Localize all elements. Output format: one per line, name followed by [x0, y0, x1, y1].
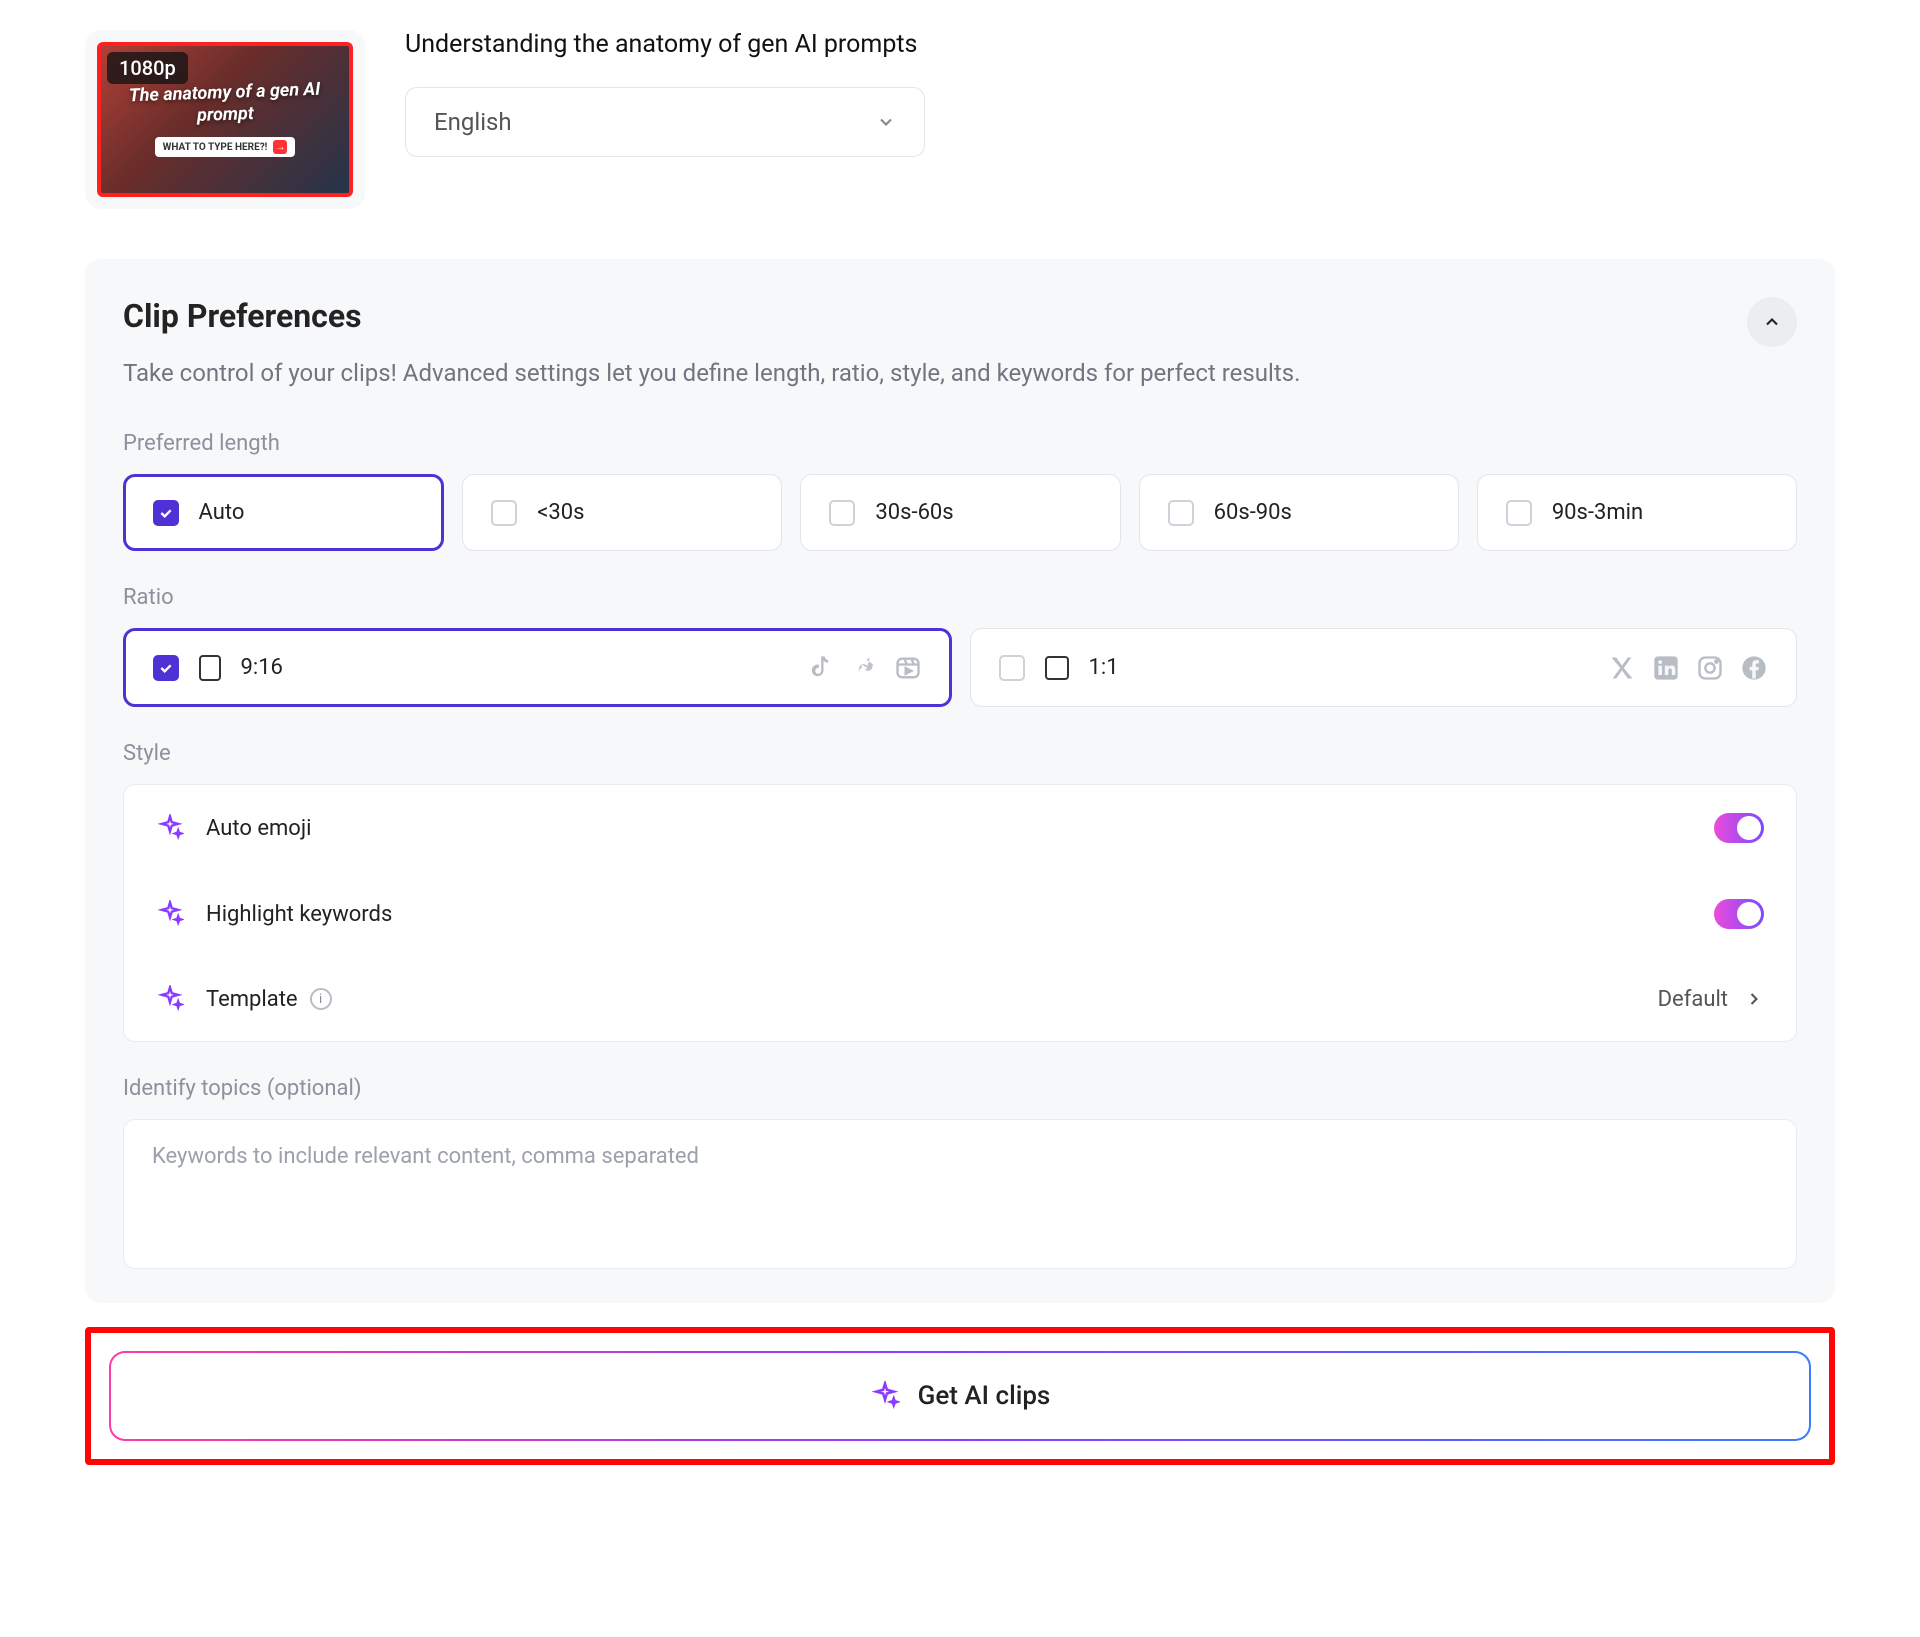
- style-label: Style: [123, 741, 1797, 766]
- video-thumbnail-card: 1080p The anatomy of a gen AI prompt WHA…: [85, 30, 365, 209]
- ratio-option-1-1[interactable]: 1:1: [970, 628, 1798, 707]
- topics-input[interactable]: [123, 1119, 1797, 1269]
- length-option-90s-3min[interactable]: 90s-3min: [1477, 474, 1797, 551]
- ratio-label: Ratio: [123, 585, 1797, 610]
- cta-highlight-box: Get AI clips: [85, 1327, 1835, 1465]
- style-template-label: Template: [206, 987, 298, 1012]
- resolution-badge: 1080p: [107, 52, 188, 84]
- checkbox-icon: [1506, 500, 1532, 526]
- ratio-option-label: 9:16: [241, 655, 283, 680]
- linkedin-icon: [1652, 654, 1680, 682]
- facebook-icon: [1740, 654, 1768, 682]
- style-panel: Auto emoji Highlight keywords Template i…: [123, 784, 1797, 1042]
- thumbnail-chip: WHAT TO TYPE HERE?! →: [155, 137, 296, 157]
- length-option-label: 60s-90s: [1214, 500, 1292, 525]
- square-aspect-icon: [1045, 656, 1069, 680]
- chevron-right-icon: [1744, 989, 1764, 1009]
- length-option-auto[interactable]: Auto: [123, 474, 444, 551]
- ratio-option-label: 1:1: [1089, 655, 1119, 680]
- length-option-60-90s[interactable]: 60s-90s: [1139, 474, 1459, 551]
- sparkle-icon: [156, 985, 184, 1013]
- clip-preferences-card: Clip Preferences Take control of your cl…: [85, 259, 1835, 1303]
- portrait-aspect-icon: [199, 655, 221, 681]
- style-highlight-label: Highlight keywords: [206, 902, 392, 927]
- sparkle-icon: [156, 900, 184, 928]
- tiktok-icon: [806, 654, 834, 682]
- get-ai-clips-button[interactable]: Get AI clips: [109, 1351, 1811, 1441]
- checkbox-icon: [999, 655, 1025, 681]
- language-select[interactable]: English: [405, 87, 925, 157]
- style-auto-emoji-label: Auto emoji: [206, 816, 311, 841]
- arrow-icon: →: [273, 140, 287, 154]
- collapse-button[interactable]: [1747, 297, 1797, 347]
- length-option-30-60s[interactable]: 30s-60s: [800, 474, 1120, 551]
- ratio-options: 9:16 1:1: [123, 628, 1797, 707]
- checkbox-icon: [1168, 500, 1194, 526]
- clip-preferences-subtitle: Take control of your clips! Advanced set…: [123, 359, 1797, 387]
- style-row-template[interactable]: Template i Default: [124, 957, 1796, 1041]
- length-options: Auto <30s 30s-60s 60s-90s 90s-3min: [123, 474, 1797, 551]
- thumbnail-text: The anatomy of a gen AI prompt: [100, 78, 349, 130]
- checkbox-icon: [153, 655, 179, 681]
- checkbox-icon: [829, 500, 855, 526]
- language-value: English: [434, 108, 512, 136]
- sparkle-icon: [870, 1381, 900, 1411]
- ratio-option-9-16[interactable]: 9:16: [123, 628, 952, 707]
- preferred-length-label: Preferred length: [123, 431, 1797, 456]
- length-option-label: 30s-60s: [875, 500, 953, 525]
- chevron-up-icon: [1762, 312, 1782, 332]
- shorts-icon: [850, 654, 878, 682]
- length-option-label: <30s: [537, 500, 584, 525]
- template-value: Default: [1658, 987, 1728, 1012]
- style-row-auto-emoji: Auto emoji: [124, 785, 1796, 871]
- checkbox-icon: [153, 500, 179, 526]
- cta-label: Get AI clips: [918, 1381, 1051, 1411]
- video-header: 1080p The anatomy of a gen AI prompt WHA…: [85, 30, 1835, 209]
- sparkle-icon: [156, 814, 184, 842]
- instagram-icon: [1696, 654, 1724, 682]
- info-icon[interactable]: i: [310, 988, 332, 1010]
- length-option-30s[interactable]: <30s: [462, 474, 782, 551]
- style-row-highlight: Highlight keywords: [124, 871, 1796, 957]
- topics-label: Identify topics (optional): [123, 1076, 1797, 1101]
- video-thumbnail[interactable]: 1080p The anatomy of a gen AI prompt WHA…: [97, 42, 353, 197]
- video-title: Understanding the anatomy of gen AI prom…: [405, 30, 1835, 59]
- x-icon: [1608, 654, 1636, 682]
- chevron-down-icon: [876, 112, 896, 132]
- highlight-toggle[interactable]: [1714, 899, 1764, 929]
- auto-emoji-toggle[interactable]: [1714, 813, 1764, 843]
- checkbox-icon: [491, 500, 517, 526]
- clip-preferences-title: Clip Preferences: [123, 297, 362, 335]
- length-option-label: Auto: [199, 500, 245, 525]
- reels-icon: [894, 654, 922, 682]
- length-option-label: 90s-3min: [1552, 500, 1643, 525]
